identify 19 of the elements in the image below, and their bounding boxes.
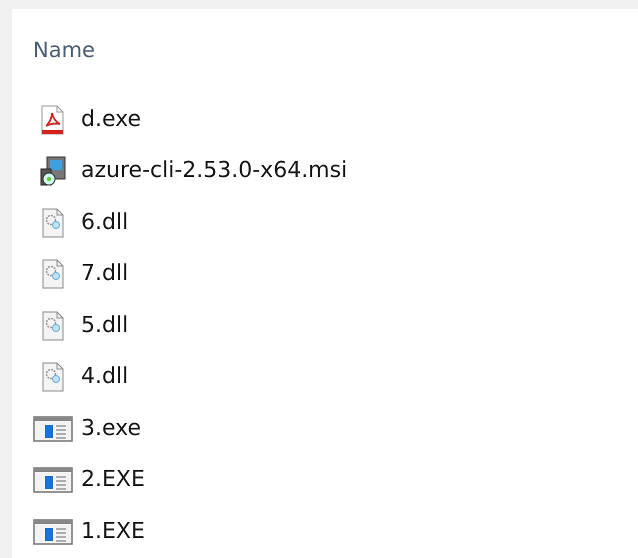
gear-file-icon [41, 259, 65, 290]
application-window-icon [33, 518, 73, 546]
file-item[interactable]: 6.dll [33, 197, 136, 248]
gear-file-icon [41, 362, 65, 392]
file-item[interactable]: 4.dll [33, 352, 136, 403]
file-item[interactable]: 7.dll [33, 248, 136, 300]
file-item[interactable]: d.exe [33, 94, 149, 146]
gear-file-icon [41, 310, 65, 341]
name-column-header[interactable]: Name [33, 36, 95, 64]
pdf-file-icon [40, 104, 66, 135]
gear-file-icon [41, 208, 65, 238]
application-window-icon [33, 466, 73, 494]
application-window-icon [33, 414, 73, 443]
file-item[interactable]: 5.dll [33, 300, 136, 352]
installer-icon [38, 155, 68, 188]
file-item[interactable]: azure-cli-2.53.0-x64.msi [33, 146, 356, 197]
file-item[interactable]: 1.EXE [33, 506, 153, 558]
file-item[interactable]: 2.EXE [33, 454, 153, 506]
file-item[interactable]: 3.exe [33, 403, 150, 454]
